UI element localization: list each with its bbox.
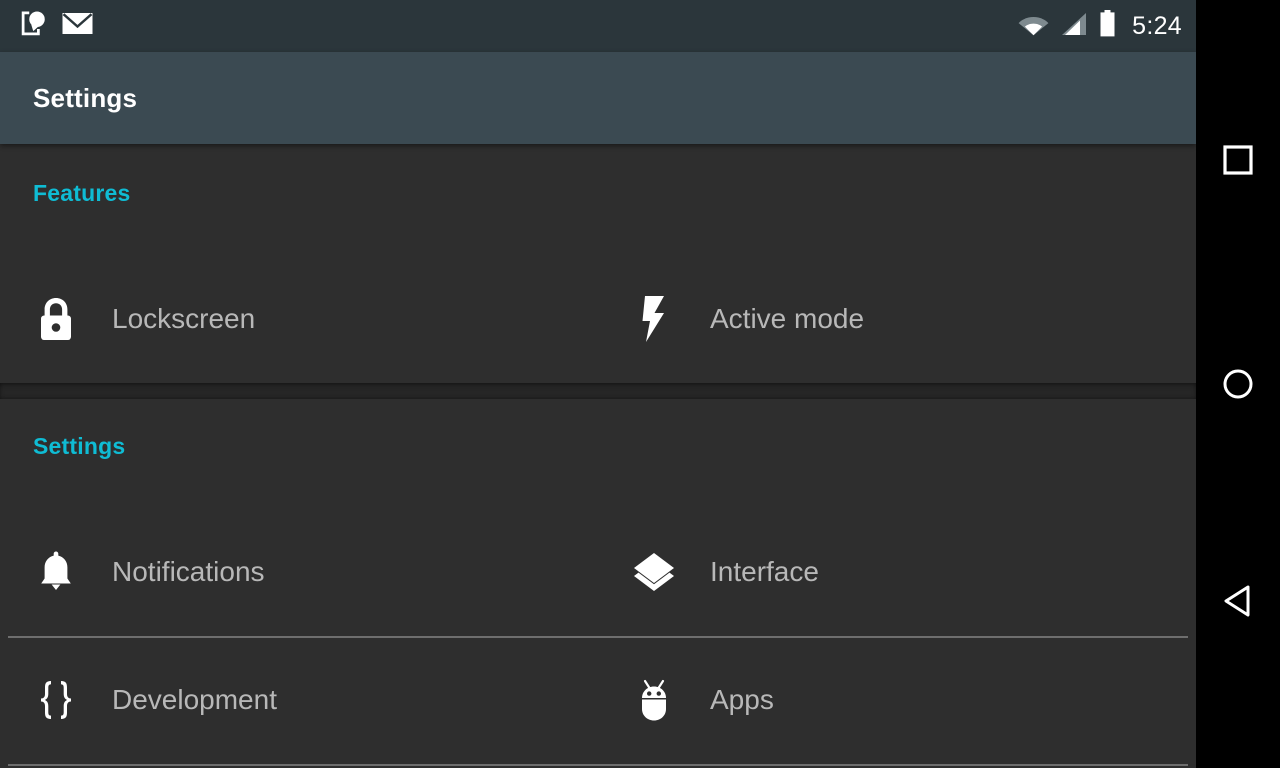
triangle-left-icon bbox=[1224, 585, 1250, 617]
settings-item-notifications[interactable]: Notifications bbox=[0, 508, 598, 636]
status-bar-system-icons: 5:24 bbox=[1018, 10, 1182, 42]
settings-item-interface[interactable]: Interface bbox=[598, 508, 1196, 636]
settings-item-label: Active mode bbox=[710, 303, 865, 334]
wifi-icon bbox=[1018, 12, 1049, 41]
settings-item-label: Lockscreen bbox=[112, 303, 256, 334]
settings-item-apps[interactable]: Apps bbox=[598, 636, 1196, 764]
android-bugdroid-icon bbox=[598, 676, 710, 724]
chat-bubble-icon bbox=[18, 9, 48, 44]
phone-viewport: 5:24 Settings Features Lockscreen Active… bbox=[0, 0, 1196, 768]
table-row-partial[interactable] bbox=[0, 764, 1196, 768]
section-header-settings: Settings bbox=[33, 433, 126, 459]
section-divider bbox=[0, 383, 1196, 399]
table-row: Development Apps bbox=[0, 636, 1196, 764]
settings-item-active-mode[interactable]: Active mode bbox=[598, 255, 1196, 383]
settings-item-label: Notifications bbox=[112, 556, 265, 587]
navigation-bar bbox=[1196, 0, 1280, 768]
features-rows: Lockscreen Active mode bbox=[0, 255, 1196, 383]
table-row: Lockscreen Active mode bbox=[0, 255, 1196, 383]
page-title: Settings bbox=[33, 82, 138, 113]
status-bar[interactable]: 5:24 bbox=[0, 0, 1196, 52]
settings-item-lockscreen[interactable]: Lockscreen bbox=[0, 255, 598, 383]
action-bar: Settings bbox=[0, 52, 1196, 144]
layers-icon bbox=[598, 551, 710, 593]
section-features: Features Lockscreen Active mode bbox=[0, 144, 1196, 383]
status-bar-notification-icons bbox=[18, 9, 93, 44]
lock-icon bbox=[0, 296, 112, 342]
section-settings: Settings Notifications Interface Develop… bbox=[0, 399, 1196, 768]
settings-rows: Notifications Interface Development Apps bbox=[0, 508, 1196, 768]
back-button[interactable] bbox=[1222, 584, 1254, 623]
settings-item-label: Development bbox=[112, 684, 277, 715]
table-row: Notifications Interface bbox=[0, 508, 1196, 636]
home-button[interactable] bbox=[1223, 369, 1253, 404]
settings-item-label: Apps bbox=[710, 684, 774, 715]
square-icon bbox=[1223, 145, 1253, 175]
settings-content: Features Lockscreen Active mode Settings… bbox=[0, 144, 1196, 768]
lightning-bolt-icon bbox=[598, 295, 710, 343]
email-envelope-icon bbox=[62, 12, 93, 41]
curly-braces-icon bbox=[0, 678, 112, 722]
circle-icon bbox=[1223, 369, 1253, 399]
recents-button[interactable] bbox=[1223, 145, 1253, 180]
section-header-features: Features bbox=[33, 180, 131, 206]
battery-icon bbox=[1099, 10, 1116, 42]
cell-signal-icon bbox=[1060, 12, 1088, 41]
settings-item-label: Interface bbox=[710, 556, 819, 587]
bell-icon bbox=[0, 549, 112, 595]
status-bar-clock: 5:24 bbox=[1132, 11, 1182, 40]
android-screen: 5:24 Settings Features Lockscreen Active… bbox=[0, 0, 1280, 768]
settings-item-development[interactable]: Development bbox=[0, 636, 598, 764]
